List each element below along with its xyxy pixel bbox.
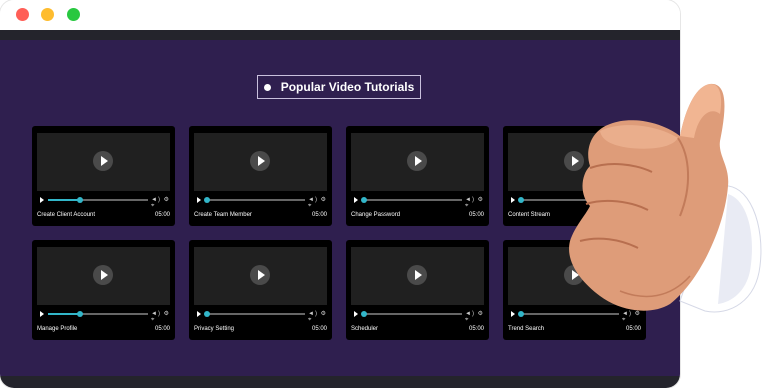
maximize-window-button[interactable] xyxy=(67,8,80,21)
bottom-bar xyxy=(0,376,680,388)
progress-knob[interactable] xyxy=(204,311,210,317)
video-title: Create Client Account xyxy=(37,212,96,218)
progress-knob[interactable] xyxy=(204,197,210,203)
video-thumbnail[interactable] xyxy=(37,247,170,305)
video-card[interactable]: ◄) ⚙ ⌖ Create Client Account 05:00 xyxy=(32,126,175,226)
progress-knob[interactable] xyxy=(361,311,367,317)
section-heading: Popular Video Tutorials xyxy=(257,75,421,99)
player-controls: ◄) ⚙ ⌖ xyxy=(151,310,175,324)
play-icon[interactable] xyxy=(250,151,270,171)
video-title: Change Password xyxy=(351,212,401,218)
player-controls: ◄) ⚙ ⌖ xyxy=(465,310,489,324)
video-title: Manage Profile xyxy=(37,326,78,332)
progress-slider[interactable] xyxy=(48,197,148,203)
progress-slider[interactable] xyxy=(204,197,305,203)
player-controls: ◄) ⚙ ⌖ xyxy=(465,196,489,210)
progress-slider[interactable] xyxy=(361,197,462,203)
gear-icon[interactable]: ⚙ xyxy=(164,197,170,203)
play-control-icon[interactable] xyxy=(197,311,201,317)
bullet-icon xyxy=(263,83,271,91)
play-icon[interactable] xyxy=(93,265,113,285)
video-thumbnail[interactable] xyxy=(37,133,170,191)
play-control-icon[interactable] xyxy=(40,311,44,317)
video-duration: 05:00 xyxy=(311,212,327,218)
player-controls: ◄) ⚙ ⌖ xyxy=(308,196,332,210)
video-title: Trend Search xyxy=(508,326,545,332)
progress-knob[interactable] xyxy=(361,197,367,203)
progress-knob[interactable] xyxy=(518,197,524,203)
video-duration: 05:00 xyxy=(154,326,170,332)
video-duration: 05:00 xyxy=(311,326,327,332)
video-card[interactable]: ◄) ⚙ ⌖ Manage Profile 05:00 xyxy=(32,240,175,340)
video-thumbnail[interactable] xyxy=(194,133,327,191)
fullscreen-icon[interactable]: ⌖ xyxy=(308,317,312,323)
thumbs-up-hand-illustration xyxy=(569,83,762,313)
play-icon[interactable] xyxy=(93,151,113,171)
video-card[interactable]: ◄) ⚙ ⌖ Scheduler 05:00 xyxy=(346,240,489,340)
gear-icon[interactable]: ⚙ xyxy=(321,311,327,317)
video-duration: 05:00 xyxy=(154,212,170,218)
video-title: Scheduler xyxy=(351,326,379,332)
close-window-button[interactable] xyxy=(16,8,29,21)
progress-slider[interactable] xyxy=(204,311,305,317)
video-card[interactable]: ◄) ⚙ ⌖ Privacy Setting 05:00 xyxy=(189,240,332,340)
play-icon[interactable] xyxy=(250,265,270,285)
video-duration: 05:00 xyxy=(625,326,641,332)
video-title: Privacy Setting xyxy=(194,326,235,332)
progress-slider[interactable] xyxy=(361,311,462,317)
minimize-window-button[interactable] xyxy=(41,8,54,21)
video-thumbnail[interactable] xyxy=(194,247,327,305)
play-control-icon[interactable] xyxy=(40,197,44,203)
fullscreen-icon[interactable]: ⌖ xyxy=(151,203,155,209)
play-icon[interactable] xyxy=(407,265,427,285)
video-thumbnail[interactable] xyxy=(351,133,484,191)
play-control-icon[interactable] xyxy=(511,311,515,317)
video-card[interactable]: ◄) ⚙ ⌖ Change Password 05:00 xyxy=(346,126,489,226)
play-icon[interactable] xyxy=(407,151,427,171)
fullscreen-icon[interactable]: ⌖ xyxy=(465,203,469,209)
progress-knob[interactable] xyxy=(77,197,83,203)
player-controls: ◄) ⚙ ⌖ xyxy=(151,196,175,210)
progress-slider[interactable] xyxy=(48,311,148,317)
play-control-icon[interactable] xyxy=(354,197,358,203)
gear-icon[interactable]: ⚙ xyxy=(478,311,484,317)
top-bar xyxy=(0,30,680,40)
video-card[interactable]: ◄) ⚙ ⌖ Create Team Member 05:00 xyxy=(189,126,332,226)
video-title: Create Team Member xyxy=(194,212,252,218)
play-control-icon[interactable] xyxy=(197,197,201,203)
fullscreen-icon[interactable]: ⌖ xyxy=(151,317,155,323)
video-title: Content Stream xyxy=(508,212,551,218)
progress-fill xyxy=(48,199,80,201)
video-duration: 05:00 xyxy=(468,212,484,218)
window-titlebar xyxy=(0,0,680,30)
fullscreen-icon[interactable]: ⌖ xyxy=(308,203,312,209)
fullscreen-icon[interactable]: ⌖ xyxy=(465,317,469,323)
gear-icon[interactable]: ⚙ xyxy=(478,197,484,203)
section-heading-label: Popular Video Tutorials xyxy=(280,80,415,94)
progress-fill xyxy=(48,313,80,315)
video-thumbnail[interactable] xyxy=(351,247,484,305)
gear-icon[interactable]: ⚙ xyxy=(164,311,170,317)
play-control-icon[interactable] xyxy=(511,197,515,203)
play-control-icon[interactable] xyxy=(354,311,358,317)
gear-icon[interactable]: ⚙ xyxy=(321,197,327,203)
progress-knob[interactable] xyxy=(77,311,83,317)
fullscreen-icon[interactable]: ⌖ xyxy=(622,317,626,323)
player-controls: ◄) ⚙ ⌖ xyxy=(308,310,332,324)
video-duration: 05:00 xyxy=(468,326,484,332)
progress-knob[interactable] xyxy=(518,311,524,317)
